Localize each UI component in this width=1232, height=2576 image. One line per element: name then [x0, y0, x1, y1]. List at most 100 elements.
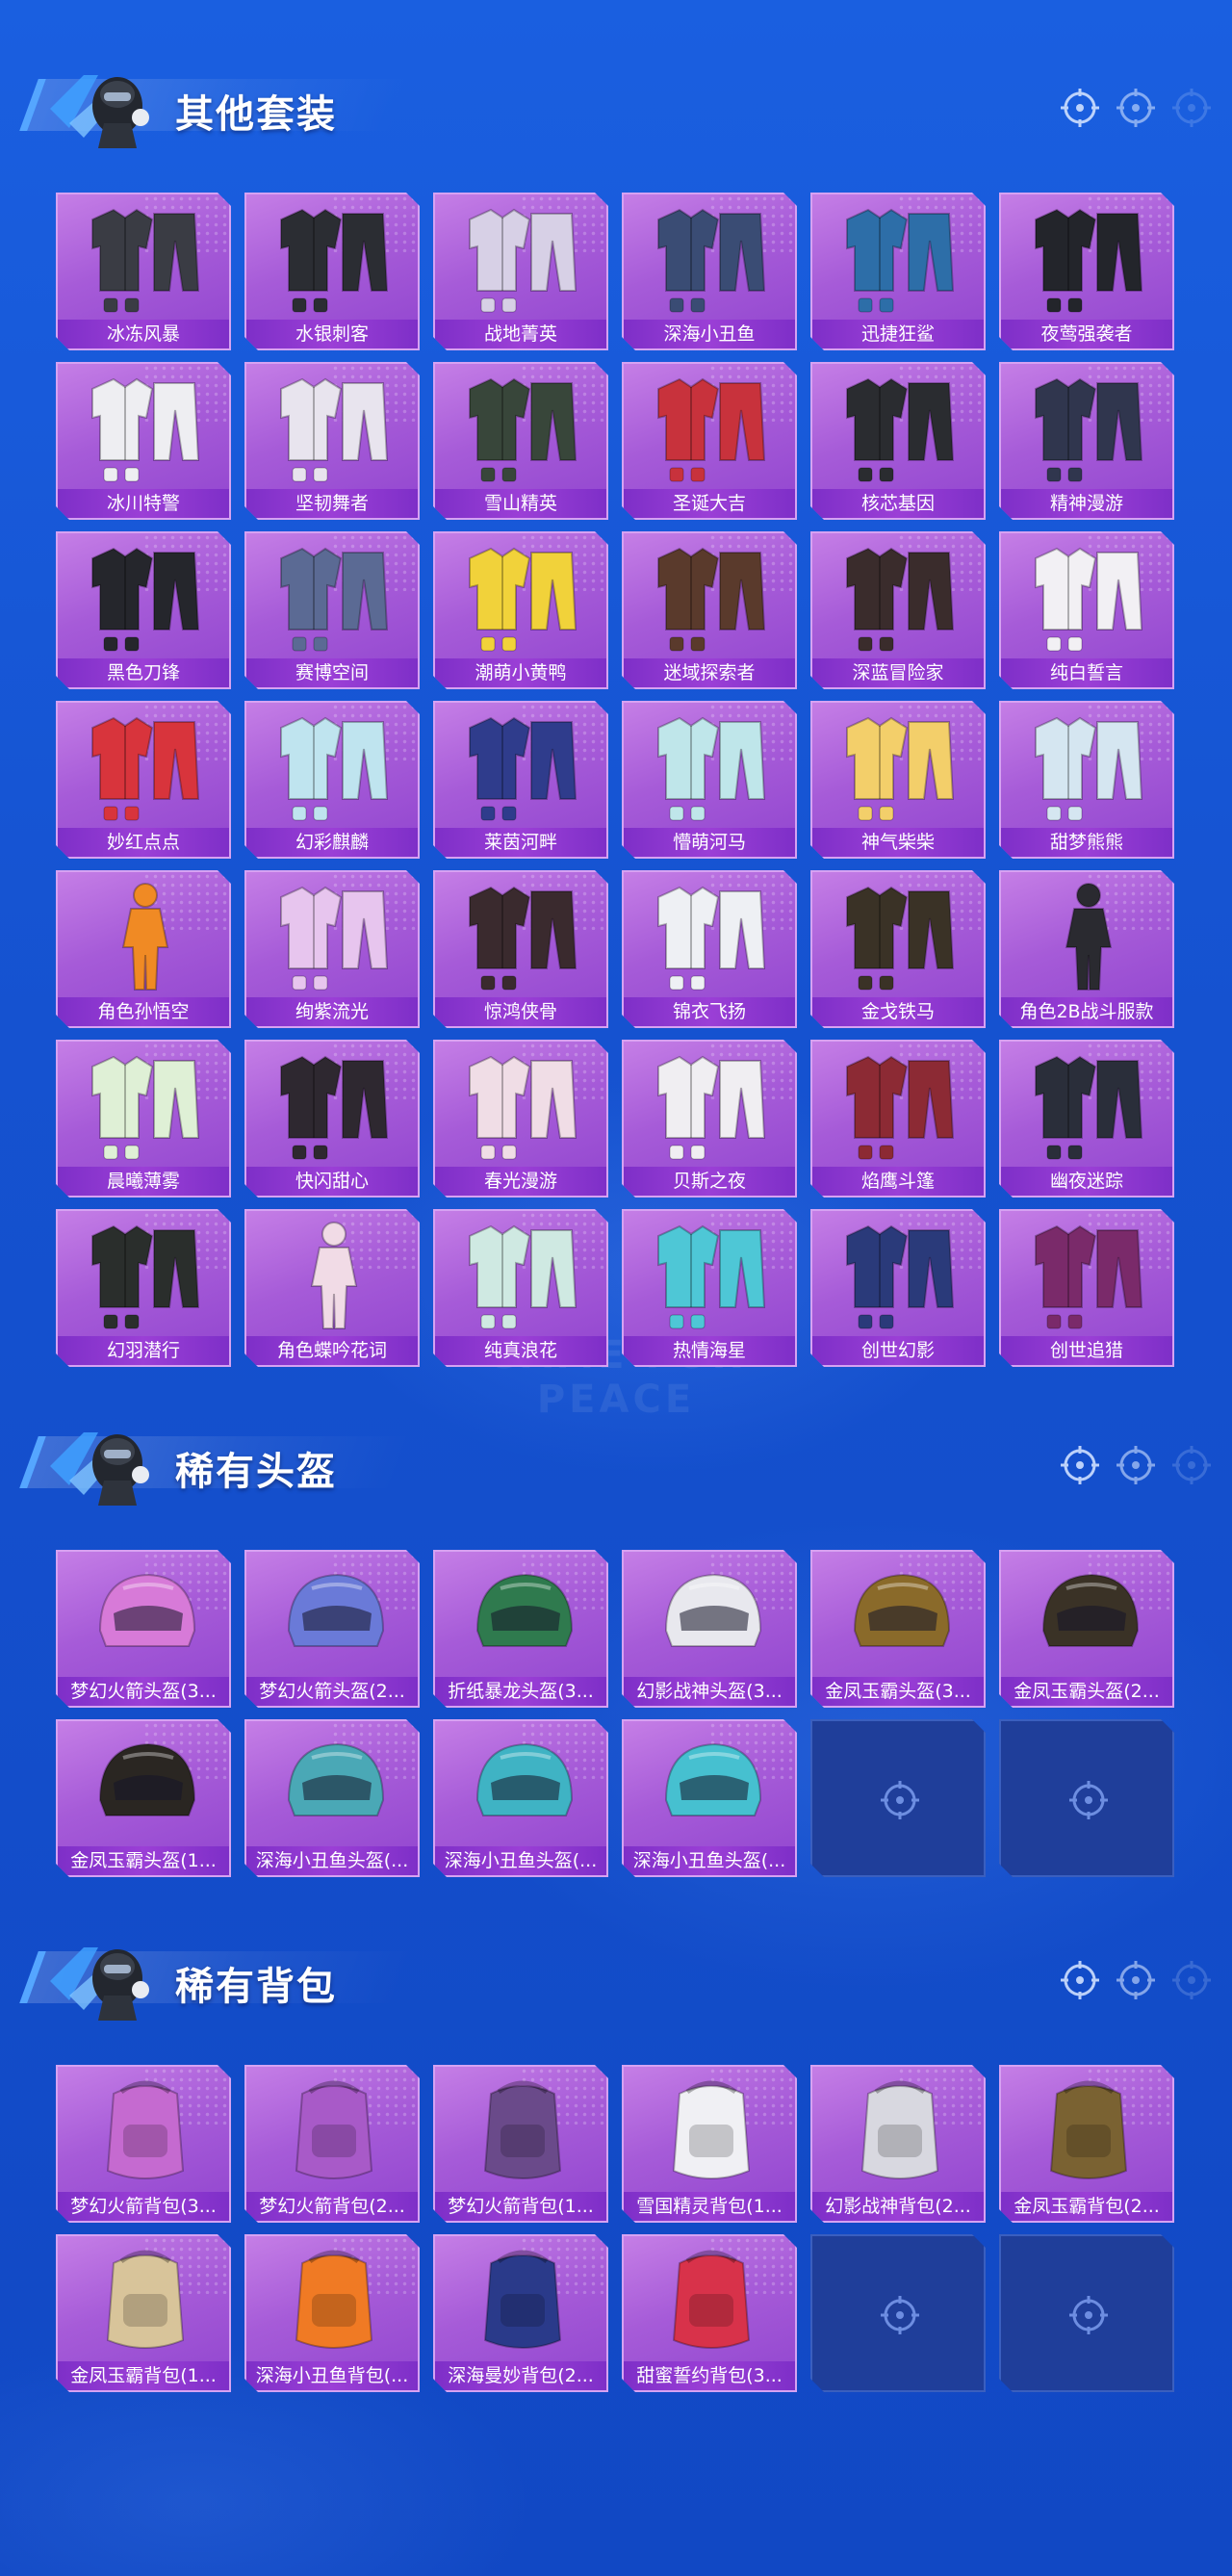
item-card[interactable]: 贝斯之夜: [622, 1040, 797, 1198]
item-card[interactable]: 折纸暴龙头盔(3...: [433, 1550, 608, 1708]
item-label: 金凤玉霸背包(1...: [58, 2361, 229, 2390]
crosshair-icon: [1116, 89, 1155, 127]
item-card[interactable]: 神气柴柴: [810, 701, 986, 859]
item-card[interactable]: 迷域探索者: [622, 531, 797, 689]
item-card[interactable]: 黑色刀锋: [56, 531, 231, 689]
item-card[interactable]: 金凤玉霸头盔(2...: [999, 1550, 1174, 1708]
item-card[interactable]: 角色蝶吟花词: [244, 1209, 420, 1367]
item-card[interactable]: 核芯基因: [810, 362, 986, 520]
item-card[interactable]: 深海小丑鱼背包(...: [244, 2234, 420, 2392]
mint-outfit-icon: [91, 1055, 200, 1160]
item-card[interactable]: 深海曼妙背包(2...: [433, 2234, 608, 2392]
night-suit-outfit-icon: [1035, 1055, 1143, 1160]
item-label: 纯白誓言: [1001, 658, 1172, 687]
item-card[interactable]: 水银刺客: [244, 193, 420, 350]
soldier-mascot-icon: [50, 75, 149, 148]
item-card[interactable]: 金戈铁马: [810, 870, 986, 1028]
colorful-jacket-outfit-icon: [657, 208, 766, 313]
clownfish-helmet-icon: [287, 1742, 385, 1816]
item-card[interactable]: 深蓝冒险家: [810, 531, 986, 689]
item-label: 金凤玉霸头盔(1...: [58, 1846, 229, 1875]
item-card[interactable]: 热情海星: [622, 1209, 797, 1367]
soldier-mascot-icon: [50, 1947, 149, 2021]
cream-phoenix-backpack-icon: [106, 2250, 185, 2349]
item-card[interactable]: 赛博空间: [244, 531, 420, 689]
item-card[interactable]: 迅捷狂鲨: [810, 193, 986, 350]
black-phoenix-helmet-icon: [98, 1742, 196, 1816]
black-jacket-outfit-icon: [1035, 208, 1143, 313]
item-card[interactable]: 深海小丑鱼头盔(...: [622, 1719, 797, 1877]
item-card[interactable]: 角色孙悟空: [56, 870, 231, 1028]
crosshair-icon: [1172, 1446, 1211, 1484]
item-label: 创世幻影: [812, 1336, 984, 1365]
item-label: 迅捷狂鲨: [812, 320, 984, 348]
item-card[interactable]: 金凤玉霸背包(2...: [999, 2065, 1174, 2223]
item-card[interactable]: 梦幻火箭背包(2...: [244, 2065, 420, 2223]
item-card[interactable]: 战地菁英: [433, 193, 608, 350]
shiba-pajama-outfit-icon: [846, 716, 955, 821]
item-label: 金凤玉霸背包(2...: [1001, 2192, 1172, 2221]
item-card[interactable]: 幻影战神头盔(3...: [622, 1550, 797, 1708]
item-card[interactable]: 妙红点点: [56, 701, 231, 859]
item-card[interactable]: 幻羽潜行: [56, 1209, 231, 1367]
item-card[interactable]: 深海小丑鱼头盔(...: [433, 1719, 608, 1877]
item-card[interactable]: 创世幻影: [810, 1209, 986, 1367]
item-card[interactable]: 梦幻火箭背包(1...: [433, 2065, 608, 2223]
explorer-coat-outfit-icon: [657, 547, 766, 652]
item-card[interactable]: 冰川特警: [56, 362, 231, 520]
crosshair-icon: [1061, 1446, 1099, 1484]
crosshair-icon: [1061, 1961, 1099, 1999]
item-card[interactable]: 焰鹰斗篷: [810, 1040, 986, 1198]
item-card[interactable]: 懵萌河马: [622, 701, 797, 859]
item-card[interactable]: 梦幻火箭头盔(3...: [56, 1550, 231, 1708]
item-card[interactable]: 绚紫流光: [244, 870, 420, 1028]
item-card[interactable]: 雪山精英: [433, 362, 608, 520]
item-card[interactable]: 幻影战神背包(2...: [810, 2065, 986, 2223]
item-card[interactable]: 纯真浪花: [433, 1209, 608, 1367]
item-card[interactable]: 锦衣飞扬: [622, 870, 797, 1028]
item-card[interactable]: 快闪甜心: [244, 1040, 420, 1198]
item-card[interactable]: 深海小丑鱼: [622, 193, 797, 350]
item-card[interactable]: 幻彩麒麟: [244, 701, 420, 859]
blue-rocket-helmet-icon: [287, 1573, 385, 1647]
heart-jacket-outfit-icon: [280, 1055, 389, 1160]
item-card[interactable]: 精神漫游: [999, 362, 1174, 520]
item-card[interactable]: 甜梦熊熊: [999, 701, 1174, 859]
item-label: 幻影战神头盔(3...: [624, 1677, 795, 1706]
red-dress-outfit-icon: [91, 716, 200, 821]
section-header: 其他套装: [19, 48, 1213, 154]
item-card[interactable]: 潮萌小黄鸭: [433, 531, 608, 689]
item-card[interactable]: 金凤玉霸头盔(3...: [810, 1550, 986, 1708]
section-title: 稀有头盔: [175, 1450, 337, 1494]
dark-phoenix-helmet-icon: [1041, 1573, 1140, 1647]
item-card[interactable]: 春光漫游: [433, 1040, 608, 1198]
item-label: 雪山精英: [435, 489, 606, 518]
lilac-outfit-icon: [280, 886, 389, 991]
armored-mask-outfit-icon: [846, 377, 955, 482]
header-crosshairs: [1059, 87, 1213, 129]
item-label: 深海小丑鱼背包(...: [246, 2361, 418, 2390]
item-card[interactable]: 圣诞大吉: [622, 362, 797, 520]
item-card[interactable]: 深海小丑鱼头盔(...: [244, 1719, 420, 1877]
item-card[interactable]: 梦幻火箭背包(3...: [56, 2065, 231, 2223]
item-card[interactable]: 幽夜迷踪: [999, 1040, 1174, 1198]
item-card[interactable]: 纯白誓言: [999, 531, 1174, 689]
item-card[interactable]: 金凤玉霸背包(1...: [56, 2234, 231, 2392]
item-card[interactable]: 惊鸿侠骨: [433, 870, 608, 1028]
item-card[interactable]: 梦幻火箭头盔(2...: [244, 1550, 420, 1708]
item-label: 晨曦薄雾: [58, 1167, 229, 1196]
gold-armor-outfit-icon: [846, 886, 955, 991]
item-card[interactable]: 创世追猎: [999, 1209, 1174, 1367]
item-card[interactable]: 冰冻风暴: [56, 193, 231, 350]
item-card[interactable]: 夜莺强袭者: [999, 193, 1174, 350]
adventurer-coat-outfit-icon: [846, 547, 955, 652]
item-card[interactable]: 甜蜜誓约背包(3...: [622, 2234, 797, 2392]
item-card[interactable]: 金凤玉霸头盔(1...: [56, 1719, 231, 1877]
item-card[interactable]: 莱茵河畔: [433, 701, 608, 859]
item-card[interactable]: 雪国精灵背包(1...: [622, 2065, 797, 2223]
item-card[interactable]: 坚韧舞者: [244, 362, 420, 520]
header-crosshairs: [1059, 1959, 1213, 2001]
item-label: 梦幻火箭背包(1...: [435, 2192, 606, 2221]
item-card[interactable]: 角色2B战斗服款: [999, 870, 1174, 1028]
item-card[interactable]: 晨曦薄雾: [56, 1040, 231, 1198]
